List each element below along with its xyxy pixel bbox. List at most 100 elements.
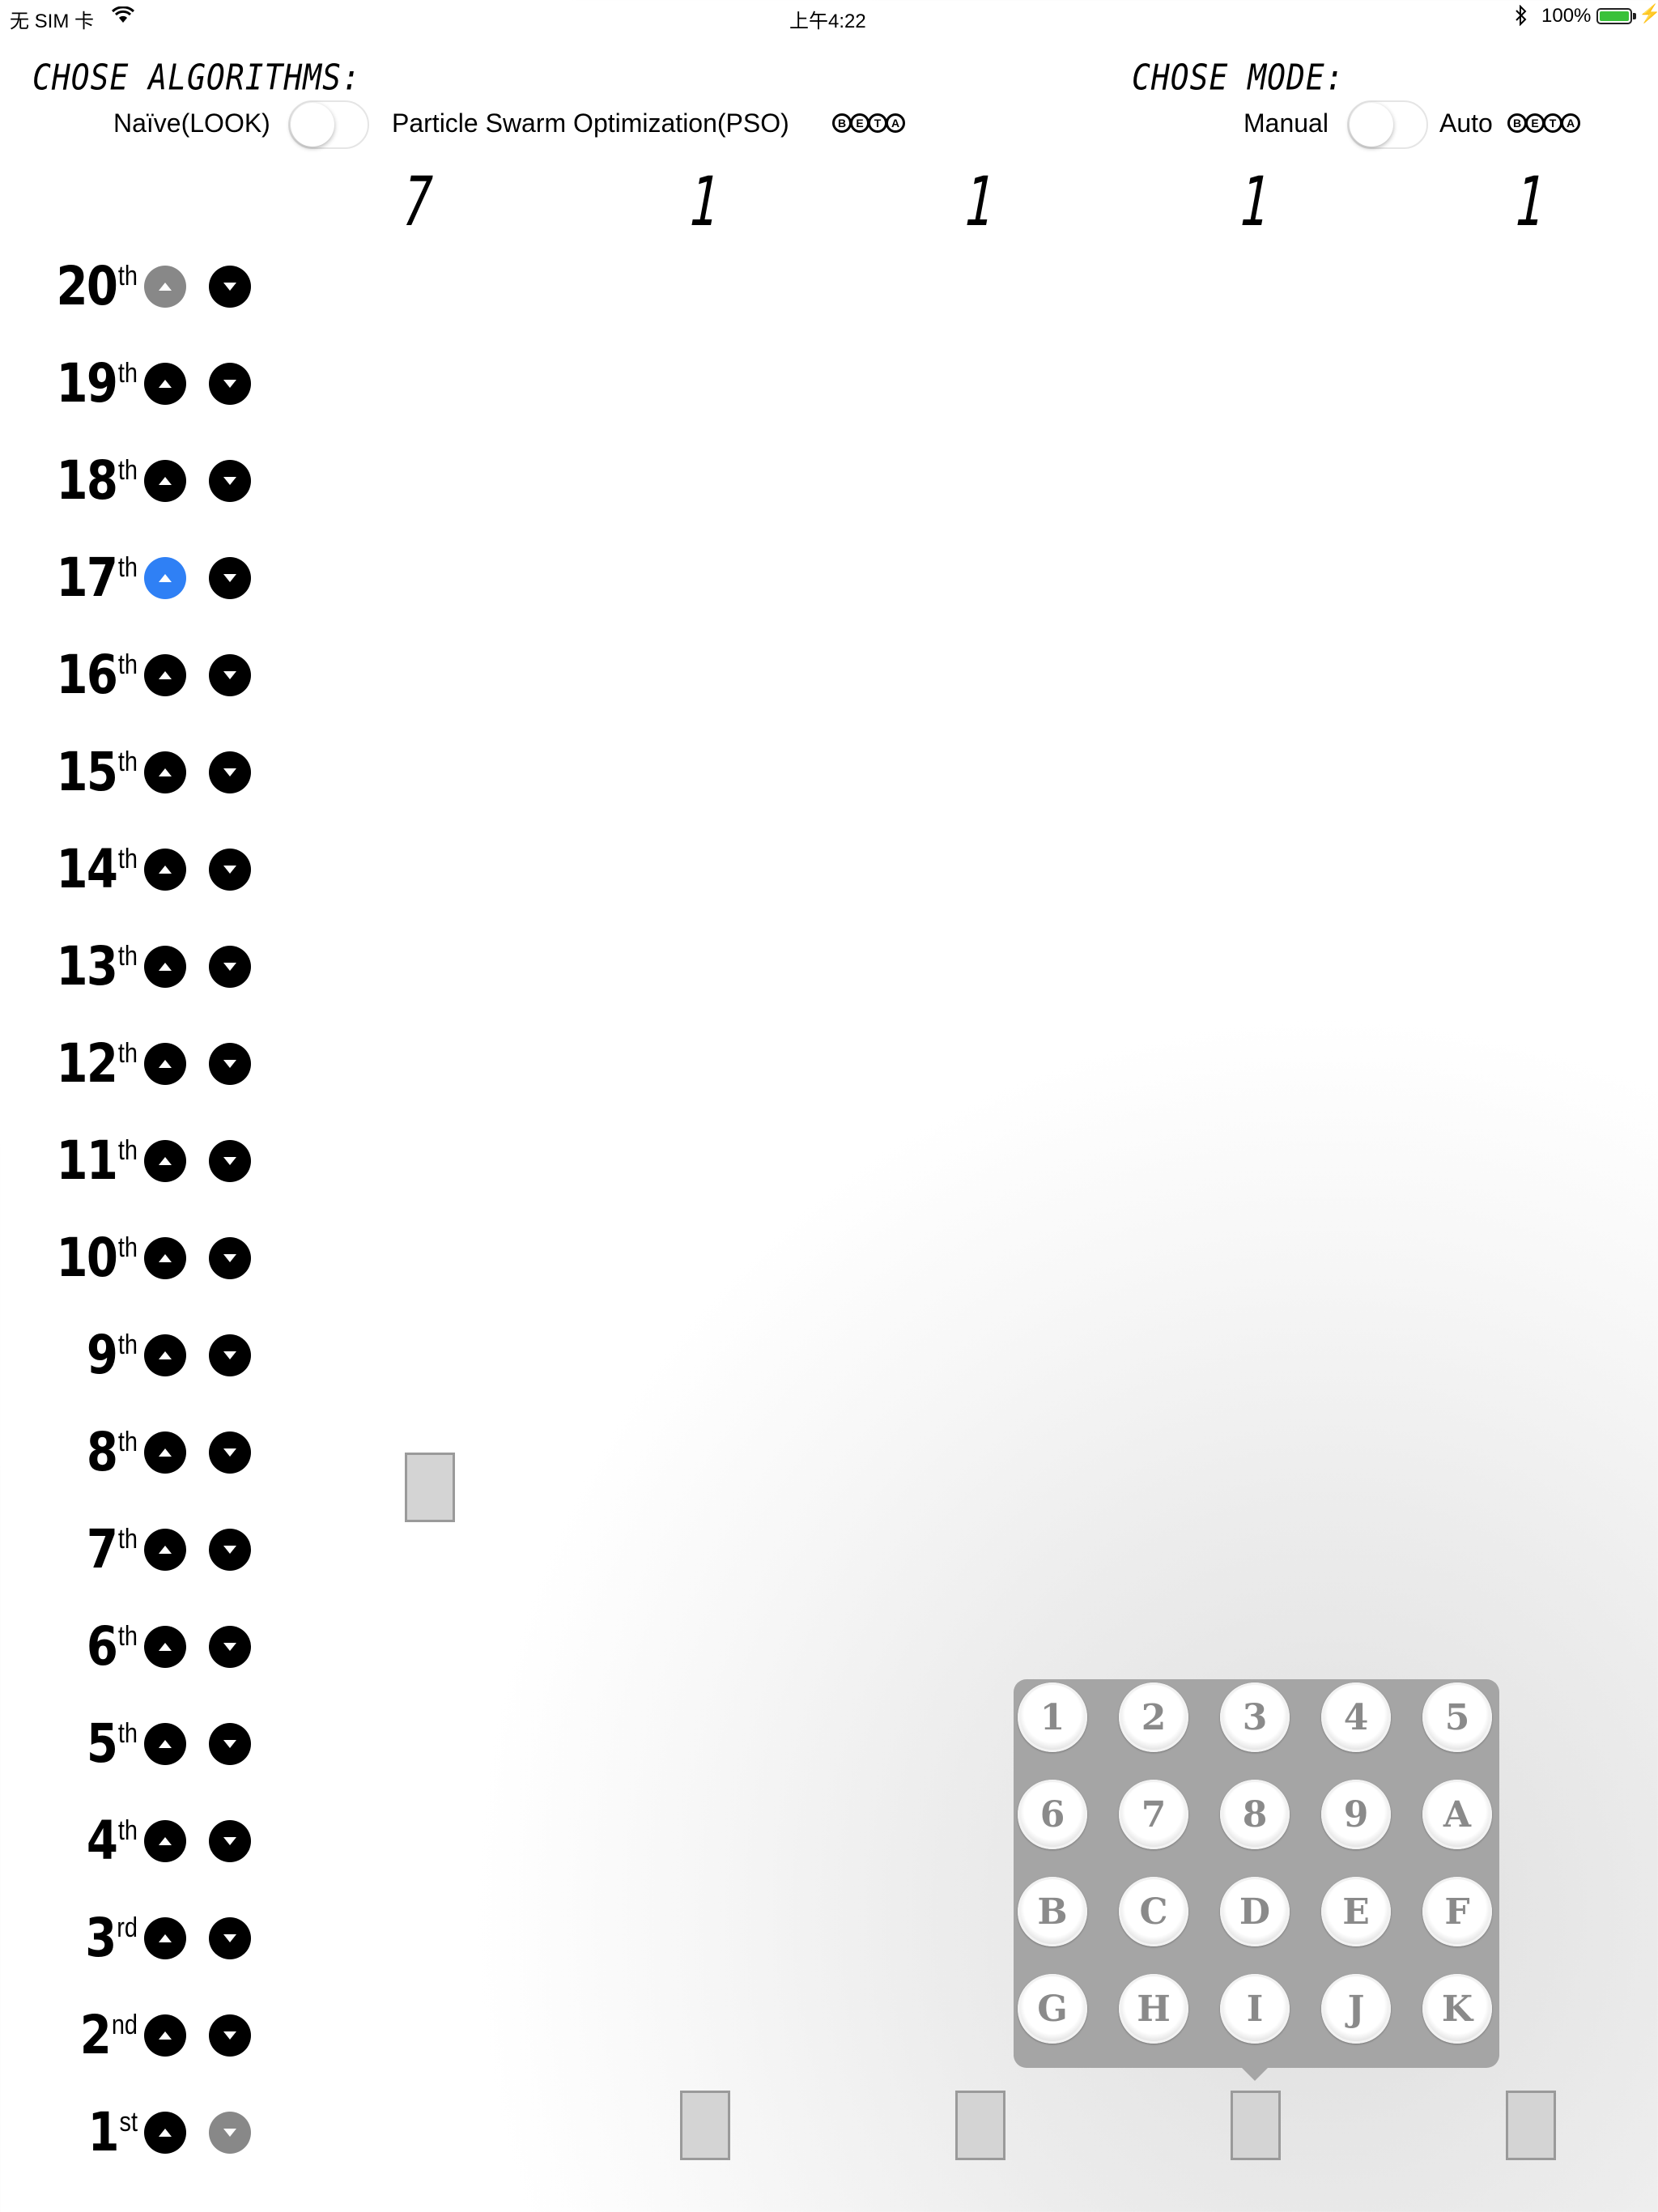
floor-1-down-button[interactable] — [209, 2112, 251, 2154]
floor-suffix: th — [117, 1524, 138, 1555]
floor-suffix: th — [117, 1427, 138, 1457]
keypad-key[interactable]: C — [1119, 1877, 1188, 1946]
floor-suffix: th — [117, 1815, 138, 1846]
floor-20-down-button[interactable] — [209, 266, 251, 308]
floor-4-down-button[interactable] — [209, 1820, 251, 1862]
floor-17-up-button[interactable] — [144, 557, 186, 599]
down-arrow-icon — [220, 1443, 240, 1462]
floor-3-down-button[interactable] — [209, 1917, 251, 1959]
keypad-key[interactable]: 9 — [1321, 1780, 1391, 1849]
keypad-key[interactable]: F — [1422, 1877, 1492, 1946]
floor-12-up-button[interactable] — [144, 1043, 186, 1085]
floor-number: 16 — [56, 644, 118, 706]
floor-label: 12th — [49, 1036, 138, 1091]
floor-label: 17th — [49, 551, 138, 605]
up-arrow-icon — [155, 1929, 175, 1948]
floor-16-down-button[interactable] — [209, 654, 251, 696]
floor-11-up-button[interactable] — [144, 1140, 186, 1182]
keypad-key[interactable]: G — [1018, 1974, 1087, 2044]
floor-suffix: nd — [111, 2010, 138, 2040]
keypad-key[interactable]: B — [1018, 1877, 1087, 1946]
floor-11-down-button[interactable] — [209, 1140, 251, 1182]
keypad-key[interactable]: 1 — [1018, 1682, 1087, 1752]
keypad-key[interactable]: 5 — [1422, 1682, 1492, 1752]
floor-suffix: th — [117, 941, 138, 972]
beta-letter: E — [1525, 113, 1545, 133]
floor-label: 18th — [49, 453, 138, 508]
keypad-key[interactable]: I — [1220, 1974, 1290, 2044]
keypad-key[interactable]: D — [1220, 1877, 1290, 1946]
algorithm-toggle[interactable] — [288, 100, 369, 149]
keypad-key[interactable]: K — [1422, 1974, 1492, 2044]
floor-19-down-button[interactable] — [209, 363, 251, 405]
floor-6-down-button[interactable] — [209, 1626, 251, 1668]
floor-label: 9th — [49, 1328, 138, 1382]
down-arrow-icon — [220, 1249, 240, 1268]
floor-8-up-button[interactable] — [144, 1431, 186, 1474]
floor-3-up-button[interactable] — [144, 1917, 186, 1959]
keypad-key[interactable]: 4 — [1321, 1682, 1391, 1752]
pso-label: Particle Swarm Optimization(PSO) — [392, 108, 789, 138]
charging-icon: ⚡ — [1639, 3, 1658, 23]
floor-10-down-button[interactable] — [209, 1237, 251, 1279]
up-arrow-icon — [155, 860, 175, 879]
beta-letter: E — [850, 113, 869, 133]
floor-10-up-button[interactable] — [144, 1237, 186, 1279]
floor-2-up-button[interactable] — [144, 2014, 186, 2057]
keypad-key[interactable]: 7 — [1119, 1780, 1188, 1849]
floor-label: 19th — [49, 356, 138, 410]
floor-2-down-button[interactable] — [209, 2014, 251, 2057]
floor-number: 1 — [87, 2101, 119, 2163]
floor-18-down-button[interactable] — [209, 460, 251, 502]
floor-9-up-button[interactable] — [144, 1334, 186, 1376]
floor-5-down-button[interactable] — [209, 1723, 251, 1765]
floor-suffix: th — [117, 552, 138, 583]
floor-13-down-button[interactable] — [209, 946, 251, 988]
floor-7-up-button[interactable] — [144, 1529, 186, 1571]
floor-17-down-button[interactable] — [209, 557, 251, 599]
floor-label: 1st — [49, 2105, 138, 2159]
floor-13-up-button[interactable] — [144, 946, 186, 988]
keypad-key[interactable]: 3 — [1220, 1682, 1290, 1752]
floor-8-down-button[interactable] — [209, 1431, 251, 1474]
floor-19-up-button[interactable] — [144, 363, 186, 405]
floor-label: 10th — [49, 1231, 138, 1285]
beta-letter: A — [1561, 113, 1580, 133]
floor-number: 9 — [86, 1324, 118, 1386]
floor-15-up-button[interactable] — [144, 751, 186, 793]
floor-label: 6th — [49, 1619, 138, 1674]
status-time: 上午4:22 — [789, 11, 866, 32]
floor-20-up-button[interactable] — [144, 266, 186, 308]
floor-16-up-button[interactable] — [144, 654, 186, 696]
floor-15-down-button[interactable] — [209, 751, 251, 793]
floor-number: 2 — [79, 2004, 112, 2066]
floor-label: 16th — [49, 648, 138, 702]
floor-14-up-button[interactable] — [144, 849, 186, 891]
floor-number: 8 — [86, 1421, 118, 1483]
keypad-key[interactable]: 6 — [1018, 1780, 1087, 1849]
floor-14-down-button[interactable] — [209, 849, 251, 891]
down-arrow-icon — [220, 568, 240, 588]
floor-6-up-button[interactable] — [144, 1626, 186, 1668]
keypad-key[interactable]: 8 — [1220, 1780, 1290, 1849]
up-arrow-icon — [155, 1443, 175, 1462]
floor-5-up-button[interactable] — [144, 1723, 186, 1765]
keypad-key[interactable]: E — [1321, 1877, 1391, 1946]
keypad-key[interactable]: A — [1422, 1780, 1492, 1849]
keypad-key[interactable]: J — [1321, 1974, 1391, 2044]
up-arrow-icon — [155, 1346, 175, 1365]
floor-number: 10 — [56, 1227, 118, 1289]
algorithm-title: CHOSE ALGORITHMS: — [32, 57, 361, 98]
down-arrow-icon — [220, 1734, 240, 1754]
floor-number: 3 — [85, 1907, 117, 1969]
floor-9-down-button[interactable] — [209, 1334, 251, 1376]
floor-18-up-button[interactable] — [144, 460, 186, 502]
auto-label: Auto — [1439, 108, 1493, 138]
keypad-key[interactable]: 2 — [1119, 1682, 1188, 1752]
keypad-key[interactable]: H — [1119, 1974, 1188, 2044]
mode-toggle[interactable] — [1347, 100, 1428, 149]
floor-1-up-button[interactable] — [144, 2112, 186, 2154]
floor-4-up-button[interactable] — [144, 1820, 186, 1862]
floor-12-down-button[interactable] — [209, 1043, 251, 1085]
floor-7-down-button[interactable] — [209, 1529, 251, 1571]
